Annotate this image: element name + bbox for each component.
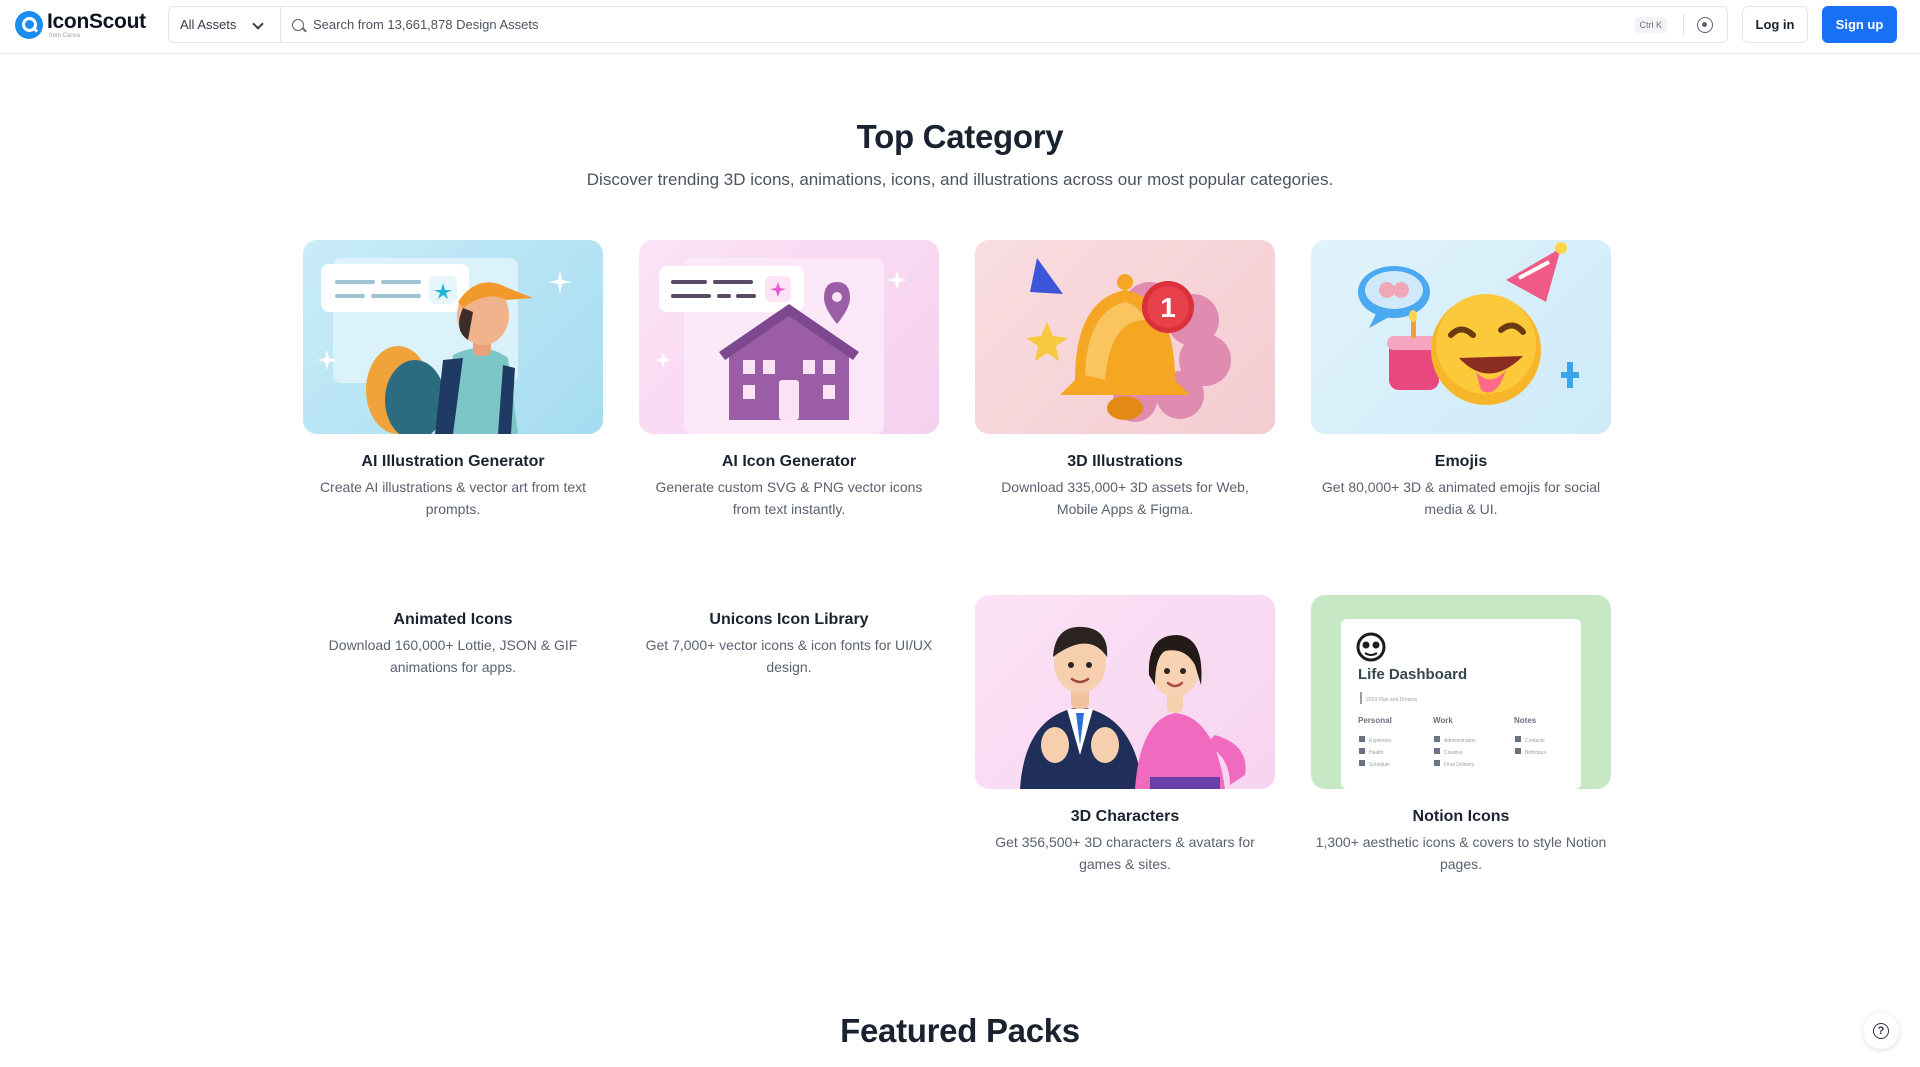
asset-type-dropdown[interactable]: All Assets [169,7,281,42]
emojis-thumbnail [1311,240,1611,434]
notion-list-item: Health [1369,750,1384,756]
card-title: Emojis [1434,453,1488,470]
card-title: AI Illustration Generator [361,453,545,470]
search-bar: All Assets Ctrl K [168,6,1728,43]
card-title: 3D Illustrations [1067,453,1183,470]
category-card-animated-icons[interactable]: Animated Icons Download 160,000+ Lottie,… [303,611,603,678]
notification-badge-number: 1 [1160,292,1176,323]
card-description: Get 356,500+ 3D characters & avatars for… [995,834,1255,872]
chevron-down-icon [252,18,264,30]
3d-characters-thumbnail [975,595,1275,789]
signup-button[interactable]: Sign up [1822,6,1897,43]
notion-preview-caption: 2023 Plan and Dreams [1366,697,1418,703]
card-description: Download 335,000+ 3D assets for Web, Mob… [1001,479,1249,517]
ai-icon-thumbnail [639,240,939,434]
visual-search-icon[interactable] [1697,16,1713,33]
search-icon [292,18,304,31]
help-button[interactable]: ? [1863,1013,1899,1049]
notion-icons-thumbnail: Life Dashboard 2023 Plan and Dreams Pers… [1311,595,1611,789]
logo-subtitle: from Canva [49,33,81,39]
help-icon: ? [1873,1023,1889,1039]
card-description: Generate custom SVG & PNG vector icons f… [655,479,923,517]
notion-list-item: Expenses [1369,738,1391,744]
category-card-ai-icon-generator[interactable]: AI Icon Generator Generate custom SVG & … [639,240,939,520]
card-title: AI Icon Generator [721,453,857,470]
category-card-unicons-icon-library[interactable]: Unicons Icon Library Get 7,000+ vector i… [639,611,939,678]
card-title: Animated Icons [393,611,513,628]
category-card-3d-illustrations[interactable]: 1 3D Illustrations Download 335,000+ 3D … [975,240,1275,520]
asset-type-label: All Assets [180,17,237,32]
login-button[interactable]: Log in [1742,6,1808,43]
category-card-ai-illustration-generator[interactable]: AI Illustration Generator Create AI illu… [303,240,603,520]
notion-preview-title: Life Dashboard [1358,666,1467,683]
card-description: Create AI illustrations & vector art fro… [319,479,587,517]
keyboard-shortcut-badge: Ctrl K [1634,16,1667,33]
category-card-notion-icons[interactable]: Life Dashboard 2023 Plan and Dreams Pers… [1311,595,1611,875]
iconscout-logo[interactable]: IconScout from Canva [15,11,146,39]
notion-column-work: Work [1433,716,1453,725]
card-description: Get 7,000+ vector icons & icon fonts for… [645,637,933,675]
notion-list-item: Final Delivery [1444,762,1475,768]
notion-list-item: Schedule [1369,762,1390,768]
ai-illustration-thumbnail [303,240,603,434]
card-title: Unicons Icon Library [709,611,869,628]
notion-column-personal: Personal [1358,716,1392,725]
search-input[interactable] [313,17,1635,32]
notion-list-item: Birthdays [1525,750,1546,756]
category-card-emojis[interactable]: Emojis Get 80,000+ 3D & animated emojis … [1311,240,1611,520]
card-description: 1,300+ aesthetic icons & covers to style… [1315,834,1607,872]
notion-list-item: Creative [1444,750,1463,756]
3d-illustrations-thumbnail: 1 [975,240,1275,434]
card-title: 3D Characters [1070,808,1180,825]
logo-name: IconScout [47,10,146,33]
notion-column-notes: Notes [1514,716,1537,725]
logo-search-icon [15,11,43,39]
featured-packs-title: Featured Packs [840,1012,1080,1049]
top-category-title: Top Category [856,118,1064,155]
top-category-subtitle: Discover trending 3D icons, animations, … [586,170,1334,189]
card-title: Notion Icons [1412,808,1510,825]
divider [1683,13,1684,36]
notion-list-item: Administration [1444,738,1476,744]
notion-list-item: Contacts [1525,738,1545,744]
card-description: Get 80,000+ 3D & animated emojis for soc… [1321,479,1601,517]
top-navigation-bar: IconScout from Canva All Assets Ctrl K L… [0,0,1920,54]
category-card-3d-characters[interactable]: 3D Characters Get 356,500+ 3D characters… [975,595,1275,875]
card-description: Download 160,000+ Lottie, JSON & GIF ani… [328,637,578,675]
